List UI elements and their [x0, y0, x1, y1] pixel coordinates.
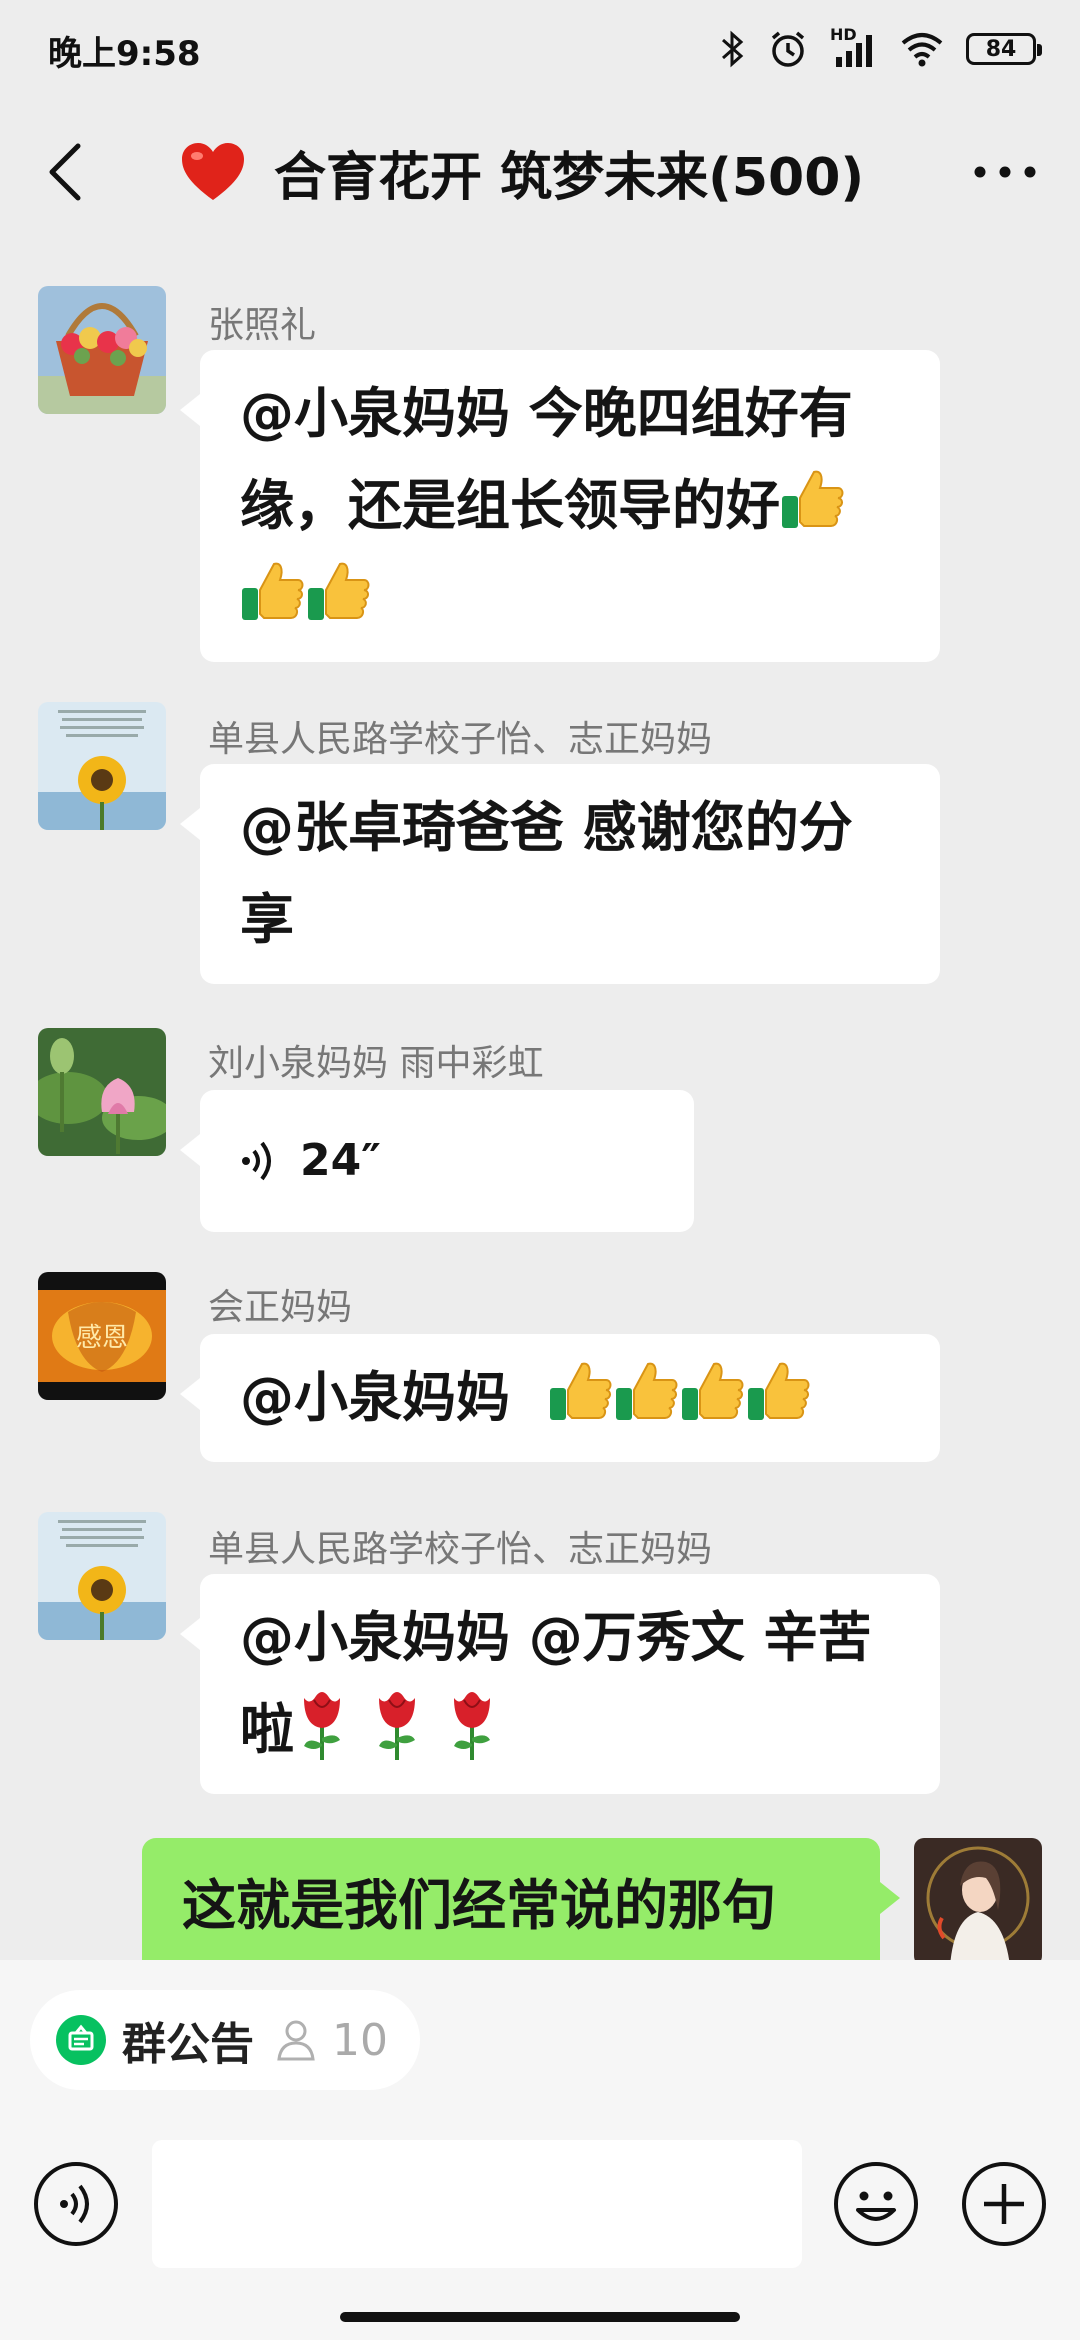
message-text: @张卓琦爸爸 感谢您的分享	[240, 796, 853, 951]
bluetooth-icon	[722, 30, 744, 68]
sender-name: 张照礼	[208, 305, 317, 346]
sender-name: 单县人民路学校子怡、志正妈妈	[208, 1529, 713, 1570]
message-bubble[interactable]: @小泉妈妈	[180, 1334, 940, 1462]
status-icons: HD 84	[720, 24, 1042, 74]
voice-icon	[60, 2184, 89, 2224]
rose-emoji-icon	[304, 1692, 340, 1760]
announcement-icon	[56, 2015, 106, 2065]
chat-title-bar: 合育花开 筑梦未来(500)	[0, 96, 1080, 248]
home-indicator[interactable]	[340, 2312, 740, 2322]
thumbs-up-emoji-icon	[681, 1362, 744, 1420]
thumbs-up-emoji-icon	[615, 1362, 678, 1420]
own-avatar[interactable]	[914, 1838, 1042, 1966]
message-text: 这就是我们经常说的那句	[182, 1874, 776, 1937]
voice-message-bubble[interactable]: 24″	[180, 1090, 694, 1232]
more-functions-button[interactable]	[962, 2162, 1046, 2246]
rose-emoji-icon	[378, 1692, 415, 1760]
avatar[interactable]: 感恩	[38, 1272, 166, 1400]
plus-icon	[984, 2184, 1024, 2224]
rose-emoji-icon	[453, 1692, 490, 1760]
chat-title: 合育花开 筑梦未来(500)	[180, 136, 864, 208]
message-bubble[interactable]: @张卓琦爸爸 感谢您的分享	[180, 764, 940, 984]
voice-input-button[interactable]	[34, 2162, 118, 2246]
own-message-bubble[interactable]: 这就是我们经常说的那句	[142, 1838, 900, 1978]
battery-level: 84	[985, 36, 1017, 62]
voice-wave-icon	[242, 1141, 271, 1181]
status-time: 晚上9:58	[48, 34, 201, 74]
sender-name: 单县人民路学校子怡、志正妈妈	[208, 719, 713, 760]
svg-text:感恩: 感恩	[76, 1323, 128, 1353]
message-input-bar	[0, 2140, 1080, 2268]
emoji-button[interactable]	[834, 2162, 918, 2246]
red-heart-icon	[182, 143, 244, 200]
thumbs-up-emoji-icon	[549, 1362, 612, 1420]
avatar[interactable]	[38, 1512, 166, 1640]
message-bubble[interactable]: @小泉妈妈 今晚四组好有缘，还是组长领导的好	[180, 350, 940, 662]
message-text: @小泉妈妈	[240, 1366, 510, 1429]
avatar[interactable]	[38, 286, 166, 414]
battery-icon: 84	[966, 33, 1042, 65]
message-input[interactable]	[152, 2140, 802, 2268]
group-announcement-button[interactable]: 群公告 10	[30, 1990, 420, 2090]
thumbs-up-emoji-icon	[242, 562, 304, 620]
wifi-icon	[901, 33, 943, 67]
more-options-button[interactable]	[970, 152, 1040, 192]
message-bubble[interactable]: @小泉妈妈 @万秀文 辛苦啦	[180, 1574, 940, 1794]
chat-title-text: 合育花开 筑梦未来(500)	[274, 147, 865, 208]
smiley-icon	[856, 2191, 896, 2221]
thumbs-up-emoji-icon	[747, 1362, 810, 1420]
thumbs-up-emoji-icon	[308, 562, 370, 620]
sender-name: 刘小泉妈妈 雨中彩虹	[208, 1043, 544, 1084]
alarm-icon	[771, 31, 805, 67]
chat-bottom-panel: 群公告 10	[0, 1960, 1080, 2340]
message-text: @小泉妈妈 今晚四组好有缘，还是组长领导的好	[240, 382, 853, 537]
avatar[interactable]	[38, 702, 166, 830]
announcement-read-count: 10	[332, 2014, 388, 2066]
sender-name: 会正妈妈	[208, 1287, 353, 1328]
status-bar: 晚上9:58 HD 84	[0, 0, 1080, 96]
back-button[interactable]	[40, 140, 90, 204]
announcement-label: 群公告	[122, 2019, 254, 2070]
person-icon	[277, 2020, 315, 2061]
avatar[interactable]	[38, 1028, 166, 1156]
voice-duration: 24″	[300, 1135, 381, 1186]
thumbs-up-emoji-icon	[782, 470, 844, 528]
signal-icon: HD	[830, 25, 878, 69]
